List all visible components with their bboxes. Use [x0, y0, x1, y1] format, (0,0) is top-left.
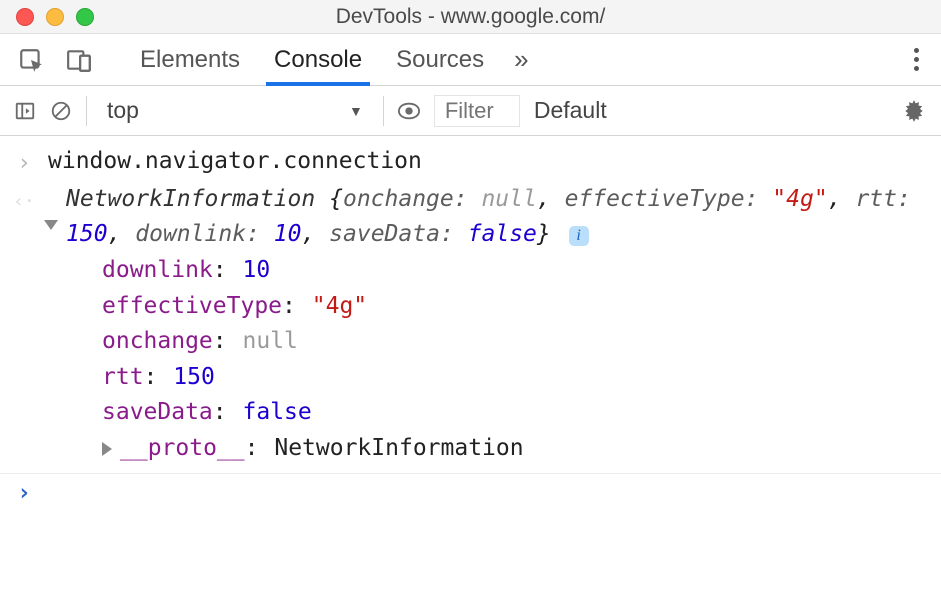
main-tabs-row: Elements Console Sources » — [0, 34, 941, 86]
object-summary[interactable]: NetworkInformation {onchange: null, effe… — [48, 182, 929, 253]
expander-down-icon[interactable] — [44, 220, 58, 230]
titlebar: DevTools - www.google.com/ — [0, 0, 941, 34]
tabs-overflow-icon[interactable]: » — [514, 34, 528, 85]
tab-console[interactable]: Console — [274, 34, 362, 85]
console-sidebar-toggle-icon[interactable] — [14, 100, 36, 122]
expander-right-icon[interactable] — [102, 442, 112, 456]
tab-elements[interactable]: Elements — [140, 34, 240, 85]
inspect-tools — [0, 34, 110, 85]
divider — [383, 96, 384, 126]
output-marker-icon: ‹· — [0, 182, 48, 216]
inspect-element-icon[interactable] — [18, 47, 44, 73]
device-toolbar-icon[interactable] — [66, 47, 92, 73]
console-output[interactable]: NetworkInformation {onchange: null, effe… — [48, 182, 941, 467]
console-body: › window.navigator.connection ‹· Network… — [0, 136, 941, 511]
tab-sources[interactable]: Sources — [396, 34, 484, 85]
info-icon[interactable]: i — [569, 226, 589, 246]
prop-effectivetype[interactable]: effectiveType: "4g" — [102, 289, 929, 325]
console-toolbar: top ▼ Default — [0, 86, 941, 136]
console-input-row: › window.navigator.connection — [0, 144, 941, 182]
console-settings-icon[interactable] — [901, 98, 927, 124]
prop-rtt[interactable]: rtt: 150 — [102, 360, 929, 396]
object-properties: downlink: 10 effectiveType: "4g" onchang… — [48, 253, 929, 431]
execution-context-select[interactable]: top ▼ — [101, 97, 369, 124]
input-marker-icon: › — [0, 144, 48, 182]
execution-context-value: top — [107, 97, 139, 124]
main-tabs: Elements Console Sources — [140, 34, 484, 85]
prop-onchange[interactable]: onchange: null — [102, 324, 929, 360]
window-title: DevTools - www.google.com/ — [0, 5, 941, 29]
console-command[interactable]: window.navigator.connection — [48, 144, 941, 180]
tabs-right — [914, 34, 941, 85]
console-prompt-row[interactable]: › — [0, 474, 941, 512]
clear-console-icon[interactable] — [50, 100, 72, 122]
filter-input[interactable] — [434, 95, 520, 127]
prop-proto[interactable]: __proto__: NetworkInformation — [48, 431, 929, 467]
console-output-row: ‹· NetworkInformation {onchange: null, e… — [0, 182, 941, 467]
object-class-name: NetworkInformation — [66, 186, 315, 212]
more-menu-icon[interactable] — [914, 48, 919, 71]
log-level-select[interactable]: Default — [534, 97, 607, 124]
prompt-marker-icon: › — [0, 474, 48, 512]
prop-savedata[interactable]: saveData: false — [102, 395, 929, 431]
prop-downlink[interactable]: downlink: 10 — [102, 253, 929, 289]
divider — [86, 96, 87, 126]
live-expression-icon[interactable] — [398, 100, 420, 122]
chevron-down-icon: ▼ — [349, 103, 363, 119]
